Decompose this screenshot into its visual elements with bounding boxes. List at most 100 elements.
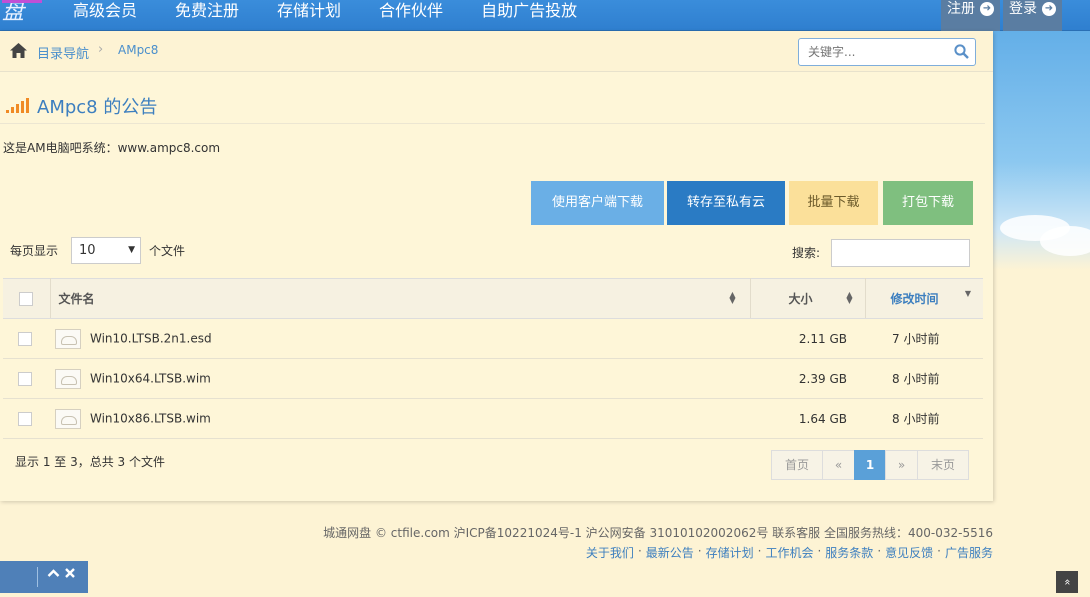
- nav-item-vip[interactable]: 高级会员: [54, 0, 156, 31]
- pager-next[interactable]: »: [885, 450, 918, 480]
- file-name-link[interactable]: Win10.LTSB.2n1.esd: [90, 331, 212, 345]
- per-page-select[interactable]: 10 ▼: [71, 237, 141, 264]
- row-checkbox[interactable]: [18, 371, 32, 386]
- cloud: [1040, 226, 1090, 256]
- file-modified: 7 小时前: [865, 318, 983, 359]
- footer-link-storage[interactable]: 存储计划: [706, 544, 754, 561]
- nav-item-register-free[interactable]: 免费注册: [156, 0, 258, 31]
- footer-copyright: 城通网盘 © ctfile.com 沪ICP备10221024号-1 沪公网安备…: [323, 526, 993, 540]
- table-row[interactable]: Win10.LTSB.2n1.esd 2.11 GB 7 小时前: [3, 318, 983, 359]
- row-checkbox[interactable]: [18, 331, 32, 346]
- row-checkbox-cell: [3, 358, 50, 399]
- pager-page-1[interactable]: 1: [854, 450, 886, 480]
- pager-prev[interactable]: «: [822, 450, 855, 480]
- row-checkbox-cell: [3, 318, 50, 359]
- main-panel: 目录导航 › AMpc8 AMpc8 的公告 这是AM电脑吧系统：www.amp…: [0, 31, 993, 501]
- logo[interactable]: 盘: [0, 0, 42, 31]
- save-private-cloud-button[interactable]: 转存至私有云: [667, 181, 785, 225]
- per-page-label: 每页显示: [10, 244, 59, 258]
- notice-text: 这是AM电脑吧系统：www.ampc8.com: [3, 141, 221, 155]
- sky-background: [990, 0, 1090, 270]
- logo-bar: [2, 0, 42, 3]
- column-size-label: 大小: [788, 292, 813, 306]
- file-table: 文件名 ▲ ▼ 大小 ▲ ▼ 修改时间 ▼ Win10.LTSB.2n1.esd 2…: [3, 278, 983, 439]
- table-row[interactable]: Win10x86.LTSB.wim 1.64 GB 8 小时前: [3, 398, 983, 439]
- file-size: 2.39 GB: [750, 358, 865, 399]
- pack-download-button[interactable]: 打包下载: [883, 181, 973, 225]
- chevron-right-icon: ›: [98, 42, 104, 57]
- files-unit-label: 个文件: [149, 244, 186, 258]
- file-name-link[interactable]: Win10x86.LTSB.wim: [90, 411, 211, 425]
- file-name-cell: Win10x86.LTSB.wim: [50, 398, 750, 439]
- cloud-file-icon: [55, 408, 81, 429]
- filter-input[interactable]: [831, 239, 970, 267]
- batch-download-button[interactable]: 批量下载: [789, 181, 878, 225]
- file-modified: 8 小时前: [865, 398, 983, 439]
- pager-first[interactable]: 首页: [771, 450, 823, 480]
- notice-title: AMpc8 的公告: [37, 97, 158, 118]
- footer-link-feedback[interactable]: 意见反馈: [885, 544, 933, 561]
- double-chevron-up-icon: »: [1059, 578, 1073, 586]
- close-icon[interactable]: [64, 567, 76, 583]
- file-name-cell: Win10.LTSB.2n1.esd: [50, 318, 750, 359]
- sort-icon: ▲ ▼: [846, 290, 853, 305]
- file-name-cell: Win10x64.LTSB.wim: [50, 358, 750, 399]
- footer-links: 关于我们 · 最新公告 · 存储计划 · 工作机会 · 服务条款 · 意见反馈 · 广告服务: [585, 544, 993, 561]
- signal-icon: [6, 98, 29, 113]
- search-input[interactable]: [799, 39, 949, 65]
- sort-icon: ▲ ▼: [729, 290, 736, 305]
- footer-link-jobs[interactable]: 工作机会: [765, 544, 813, 561]
- register-label: 注册: [947, 1, 975, 17]
- search-icon[interactable]: [954, 44, 969, 63]
- client-download-button[interactable]: 使用客户端下载: [531, 181, 664, 225]
- breadcrumb-current[interactable]: AMpc8: [118, 43, 158, 57]
- column-name-label: 文件名: [58, 292, 95, 306]
- nav-item-self-ads[interactable]: 自助广告投放: [462, 0, 596, 31]
- notice-header: AMpc8 的公告: [0, 80, 985, 124]
- cloud-file-icon: [55, 368, 81, 389]
- top-navigation: 盘 高级会员 免费注册 存储计划 合作伙伴 自助广告投放 注册 ➜ 登录 ➜: [0, 0, 1090, 31]
- breadcrumb: 目录导航 › AMpc8: [0, 31, 993, 72]
- row-checkbox-cell: [3, 398, 50, 439]
- arrow-right-icon: ➜: [980, 2, 994, 16]
- nav-menu: 高级会员 免费注册 存储计划 合作伙伴 自助广告投放: [54, 0, 596, 31]
- divider: [37, 567, 38, 587]
- table-info: 显示 1 至 3，总共 3 个文件: [15, 455, 165, 469]
- filter-label: 搜索:: [792, 246, 821, 260]
- nav-item-partners[interactable]: 合作伙伴: [360, 0, 462, 31]
- breadcrumb-root[interactable]: 目录导航: [37, 43, 89, 62]
- login-button[interactable]: 登录 ➜: [1003, 0, 1062, 31]
- file-size: 2.11 GB: [750, 318, 865, 359]
- sort-desc-icon: ▼: [964, 289, 971, 298]
- register-button[interactable]: 注册 ➜: [941, 0, 1000, 31]
- arrow-right-icon: ➜: [1042, 2, 1056, 16]
- footer-link-ads[interactable]: 广告服务: [945, 544, 993, 561]
- chevron-up-icon[interactable]: [47, 567, 60, 584]
- file-name-link[interactable]: Win10x64.LTSB.wim: [90, 371, 211, 385]
- caret-down-icon: ▼: [128, 245, 135, 255]
- floating-widget: [0, 561, 88, 593]
- nav-item-storage-plan[interactable]: 存储计划: [258, 0, 360, 31]
- pager-last[interactable]: 末页: [917, 450, 969, 480]
- per-page-value: 10: [79, 243, 96, 258]
- cloud-file-icon: [55, 328, 81, 349]
- file-size: 1.64 GB: [750, 398, 865, 439]
- footer-link-news[interactable]: 最新公告: [646, 544, 694, 561]
- footer-link-about[interactable]: 关于我们: [586, 544, 634, 561]
- pagination: 首页 « 1 » 末页: [771, 450, 969, 480]
- logo-text: 盘: [2, 0, 25, 25]
- column-header-name[interactable]: 文件名 ▲ ▼: [50, 278, 751, 319]
- home-icon[interactable]: [10, 43, 27, 62]
- column-header-modified[interactable]: 修改时间 ▼: [865, 278, 983, 319]
- account-links: 注册 ➜ 登录 ➜: [938, 0, 1062, 31]
- select-all-checkbox[interactable]: [19, 291, 33, 306]
- column-modified-label: 修改时间: [890, 292, 939, 306]
- table-row[interactable]: Win10x64.LTSB.wim 2.39 GB 8 小时前: [3, 358, 983, 399]
- table-header-row: 文件名 ▲ ▼ 大小 ▲ ▼ 修改时间 ▼: [3, 278, 983, 319]
- row-checkbox[interactable]: [18, 411, 32, 426]
- login-label: 登录: [1009, 1, 1037, 17]
- keyword-search: [798, 38, 976, 66]
- footer-link-terms[interactable]: 服务条款: [825, 544, 873, 561]
- column-header-size[interactable]: 大小 ▲ ▼: [750, 278, 866, 319]
- back-to-top-button[interactable]: »: [1056, 571, 1078, 593]
